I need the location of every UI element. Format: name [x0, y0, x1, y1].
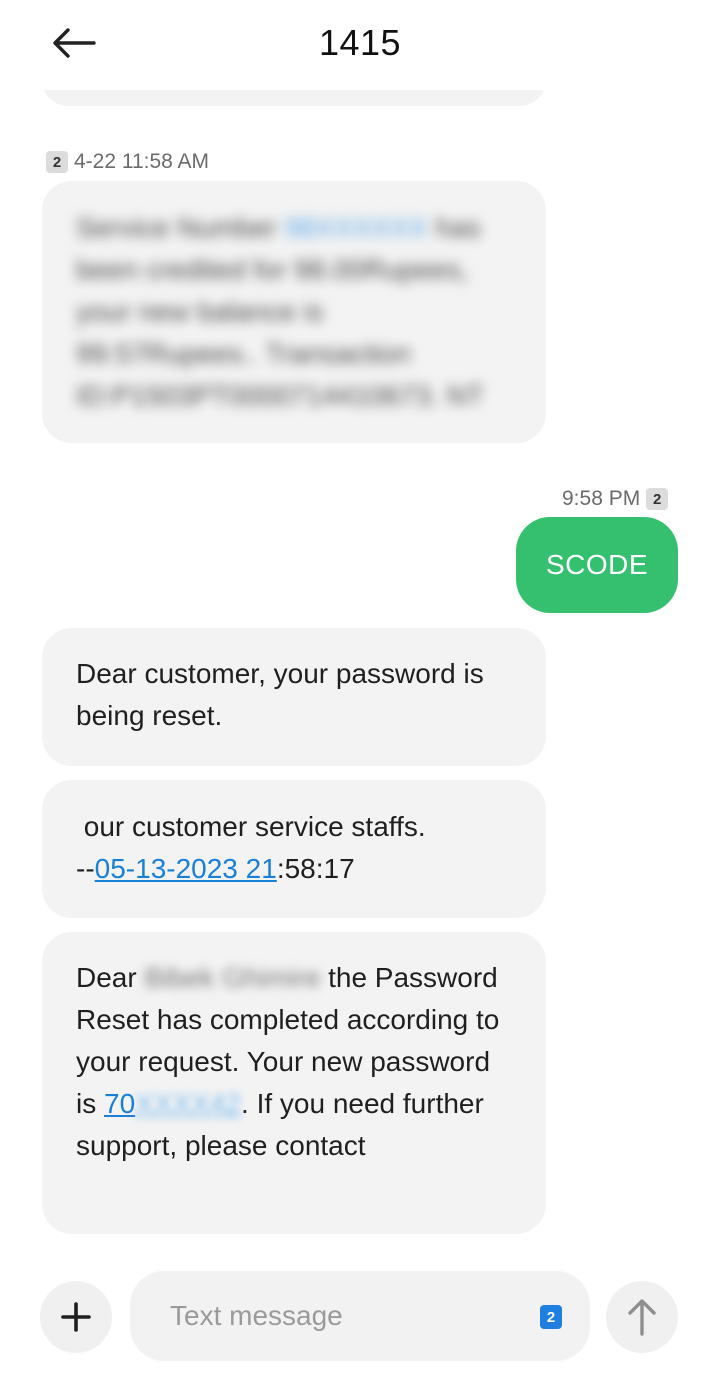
send-button[interactable] [606, 1281, 678, 1353]
conversation-header: 1415 [0, 0, 720, 90]
datetime-link[interactable]: 05-13-2023 21 [95, 853, 277, 884]
message-text: Dear Bibek Ghimire the Password Reset ha… [76, 962, 500, 1161]
message-composer[interactable]: 2 [130, 1271, 590, 1361]
message-meta: 2 4-22 11:58 AM [46, 150, 209, 174]
add-attachment-button[interactable] [40, 1281, 112, 1353]
incoming-message-bubble[interactable]: Service Number 98XXXXXX has been credite… [42, 181, 546, 443]
message-text: our customer service staffs. [76, 811, 426, 842]
contact-title: 1415 [318, 22, 402, 63]
password-link[interactable]: 70 [104, 1088, 135, 1119]
message-meta: 9:58 PM 2 [562, 487, 669, 511]
message-text: --05-13-2023 21:58:17 [76, 853, 355, 884]
phone-number-link[interactable]: 98XXXXXX [285, 212, 428, 243]
redacted-password[interactable]: XXXX42 [135, 1088, 241, 1119]
arrow-up-icon [628, 1299, 656, 1336]
message-text: Dear customer, your password is being re… [76, 658, 484, 731]
message-text: Service Number 98XXXXXX has been credite… [76, 212, 484, 411]
outgoing-message-bubble[interactable]: SCODE [516, 517, 678, 613]
incoming-message-bubble[interactable]: Dear customer, your password is being re… [42, 628, 546, 766]
plus-icon [61, 1302, 91, 1332]
sim-badge: 2 [46, 151, 68, 173]
message-text: SCODE [545, 549, 649, 580]
message-timestamp: 9:58 PM [562, 487, 641, 510]
message-timestamp: 4-22 11:58 AM [74, 150, 210, 173]
incoming-message-bubble[interactable]: our customer service staffs. --05-13-202… [42, 780, 546, 918]
incoming-message-bubble[interactable]: Dear Bibek Ghimire the Password Reset ha… [42, 932, 546, 1234]
redacted-name: Bibek Ghimire [144, 962, 321, 993]
message-input[interactable] [170, 1300, 510, 1332]
sim-badge: 2 [646, 488, 669, 510]
sim-selector-badge[interactable]: 2 [540, 1305, 562, 1329]
conversation-screen: 1415 2 4-22 11:58 AM Service Number 98XX… [0, 0, 720, 1400]
